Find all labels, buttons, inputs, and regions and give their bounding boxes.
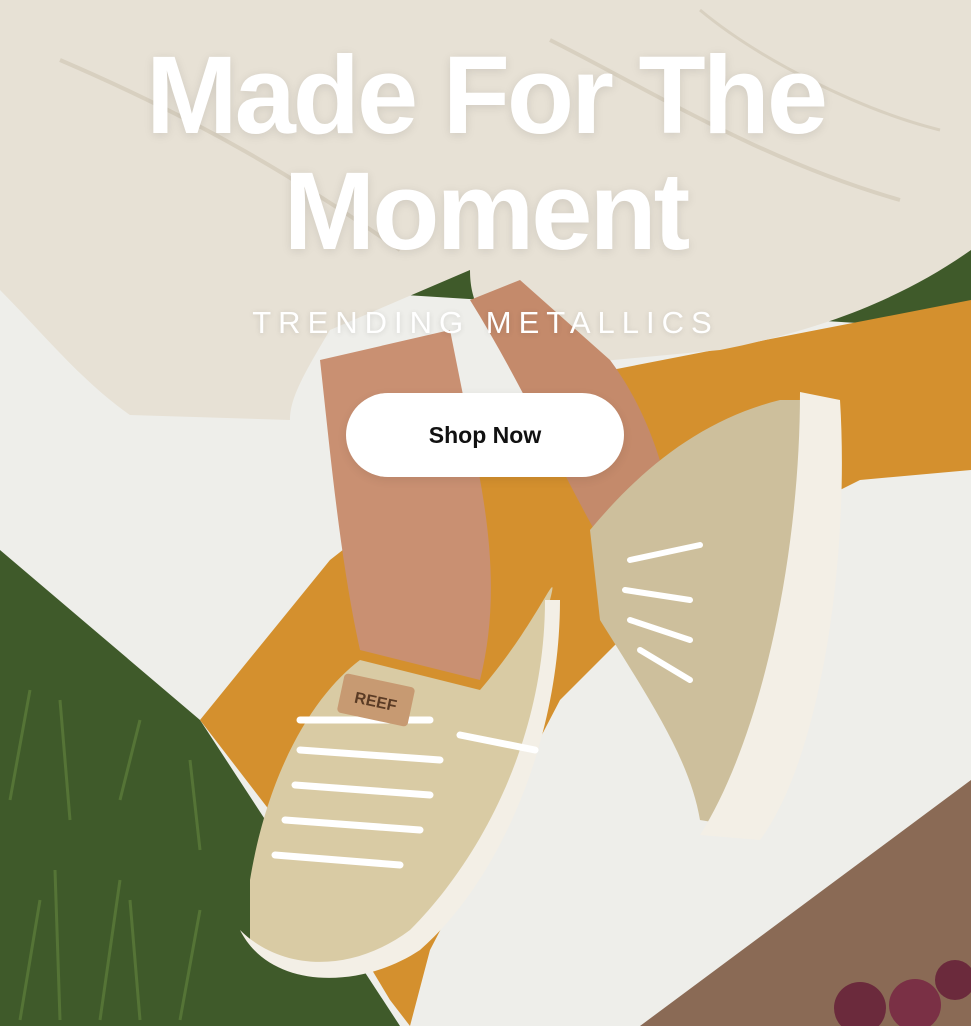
hero-banner: REEF Made For The Moment TRENDING METALL…	[0, 0, 971, 1026]
hero-headline: Made For The Moment	[0, 38, 971, 270]
hero-headline-line2: Moment	[283, 150, 691, 273]
hero-subheadline: TRENDING METALLICS	[252, 305, 719, 340]
shop-now-button[interactable]: Shop Now	[346, 393, 624, 477]
hero-headline-line1: Made For The	[145, 34, 828, 157]
